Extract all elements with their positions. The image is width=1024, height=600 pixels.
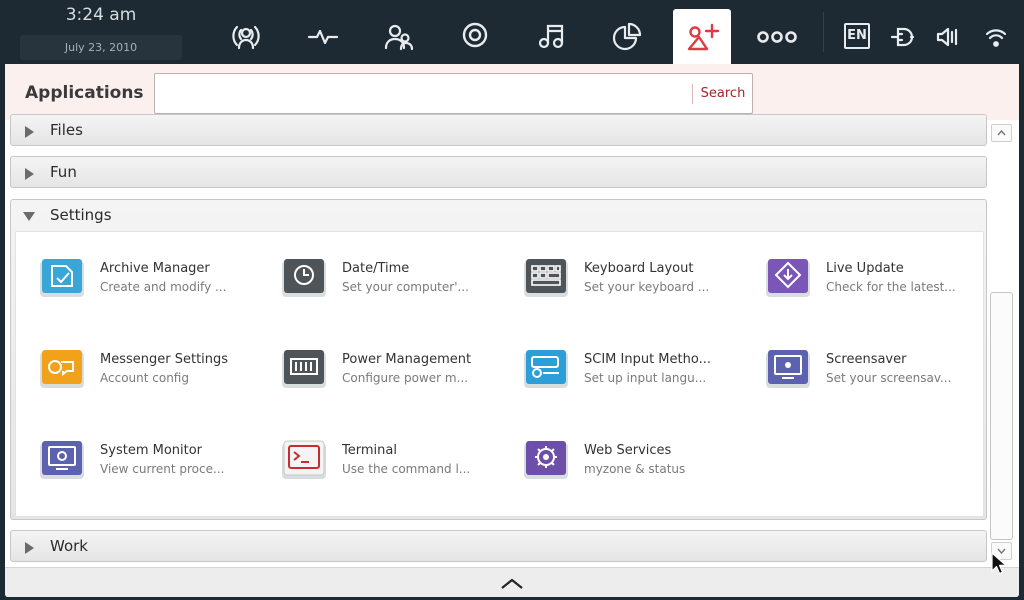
page-title: Applications (25, 83, 144, 103)
zone-status-button[interactable] (216, 9, 274, 64)
pulse-icon (307, 29, 339, 45)
wireless-icon[interactable] (984, 24, 1008, 50)
app-description: Set your screensav... (826, 371, 952, 385)
category-settings[interactable]: Settings Archive Manager Create and modi… (10, 199, 987, 520)
chevron-up-icon (997, 129, 1006, 136)
app-description: myzone & status (584, 462, 686, 476)
search-input[interactable] (161, 80, 681, 107)
clock: 3:24 am July 23, 2010 (20, 0, 182, 64)
update-icon (766, 259, 810, 297)
clock-date: July 23, 2010 (20, 35, 182, 60)
category-label: Settings (50, 206, 112, 224)
collapse-panel-bar[interactable] (5, 567, 1019, 597)
app-name: Live Update (826, 261, 904, 276)
top-panel: 3:24 am July 23, 2010 EN (0, 0, 1024, 64)
app-description: Set your computer'... (342, 280, 469, 294)
scroll-up-button[interactable] (991, 124, 1012, 142)
expand-arrow-icon (25, 126, 34, 138)
app-description: Check for the latest... (826, 280, 956, 294)
app-description: Set up input langu... (584, 371, 707, 385)
zone-pasteboard-button[interactable] (293, 9, 351, 64)
category-label: Work (50, 537, 88, 555)
web-services-icon (524, 441, 568, 479)
app-name: Date/Time (342, 261, 410, 276)
screensaver-icon (766, 350, 810, 388)
category-work[interactable]: Work (10, 530, 987, 562)
clock-time: 3:24 am (65, 5, 137, 25)
app-name: Messenger Settings (100, 352, 229, 367)
window-header: Applications Search (5, 64, 1019, 120)
app-live-update[interactable]: Live Update Check for the latest... (742, 232, 984, 297)
app-archive-manager[interactable]: Archive Manager Create and modify ... (16, 232, 258, 297)
search-box: Search (154, 73, 753, 114)
expand-arrow-icon (25, 168, 34, 180)
broadcast-person-icon (232, 25, 260, 50)
zone-people-button[interactable] (369, 9, 427, 64)
clock-icon (282, 259, 326, 297)
keyboard-icon (524, 259, 568, 297)
app-description: Use the command l... (342, 462, 471, 476)
app-description: Create and modify ... (100, 280, 227, 294)
panel-divider (823, 12, 824, 52)
zone-applications-button[interactable] (673, 9, 731, 64)
app-description: Configure power m... (342, 371, 469, 385)
people-icon (384, 24, 414, 51)
app-name: Power Management (342, 352, 472, 367)
archive-icon (40, 259, 84, 297)
applications-plus-icon (687, 23, 720, 51)
applications-window: Applications Search Files Fun Settings A… (5, 64, 1019, 597)
app-terminal[interactable]: Terminal Use the command l... (258, 414, 500, 479)
app-grid: Archive Manager Create and modify ... Da… (15, 231, 984, 517)
terminal-icon (282, 440, 326, 479)
collapse-arrow-icon (23, 212, 35, 221)
three-circles-icon (757, 31, 797, 43)
zone-media-button[interactable] (521, 9, 579, 64)
app-web-services[interactable]: Web Services myzone & status (500, 414, 742, 479)
music-note-icon (538, 24, 564, 49)
app-description: Account config (100, 371, 189, 385)
pie-icon (612, 22, 642, 51)
connection-icon[interactable] (889, 24, 915, 50)
app-name: System Monitor (100, 443, 203, 458)
scrollbar-thumb[interactable] (990, 292, 1013, 540)
app-description: View current proce... (100, 462, 225, 476)
app-name: Screensaver (826, 352, 907, 367)
search-button[interactable]: Search (693, 74, 753, 113)
app-system-monitor[interactable]: System Monitor View current proce... (16, 414, 258, 479)
category-label: Fun (50, 163, 77, 181)
app-description: Set your keyboard ... (584, 280, 710, 294)
app-name: Web Services (584, 443, 672, 458)
monitor-icon (40, 441, 84, 479)
volume-icon[interactable] (935, 24, 961, 50)
target-icon (462, 22, 488, 48)
zone-devices-button[interactable] (749, 9, 807, 64)
app-name: Archive Manager (100, 261, 210, 276)
app-keyboard-layout[interactable]: Keyboard Layout Set your keyboard ... (500, 232, 742, 297)
zone-internet-button[interactable] (445, 9, 503, 64)
mouse-cursor-icon (991, 552, 1007, 575)
zone-zones-button[interactable] (597, 9, 655, 64)
expand-arrow-icon (25, 542, 34, 554)
scrollbar-track[interactable] (990, 146, 1013, 540)
app-power-management[interactable]: Power Management Configure power m... (258, 323, 500, 388)
app-screensaver[interactable]: Screensaver Set your screensav... (742, 323, 984, 388)
power-icon (282, 350, 326, 388)
app-name: Terminal (342, 443, 397, 458)
app-name: SCIM Input Metho... (584, 352, 711, 367)
input-method-icon (524, 350, 568, 388)
app-date-time[interactable]: Date/Time Set your computer'... (258, 232, 500, 297)
messenger-icon (40, 350, 84, 388)
language-indicator[interactable]: EN (844, 23, 870, 49)
chevron-up-icon (501, 578, 523, 589)
category-fun[interactable]: Fun (10, 156, 987, 188)
app-messenger-settings[interactable]: Messenger Settings Account config (16, 323, 258, 388)
app-name: Keyboard Layout (584, 261, 694, 276)
category-label: Files (50, 121, 83, 139)
category-files[interactable]: Files (10, 114, 987, 146)
app-scim-input-method[interactable]: SCIM Input Metho... Set up input langu..… (500, 323, 742, 388)
